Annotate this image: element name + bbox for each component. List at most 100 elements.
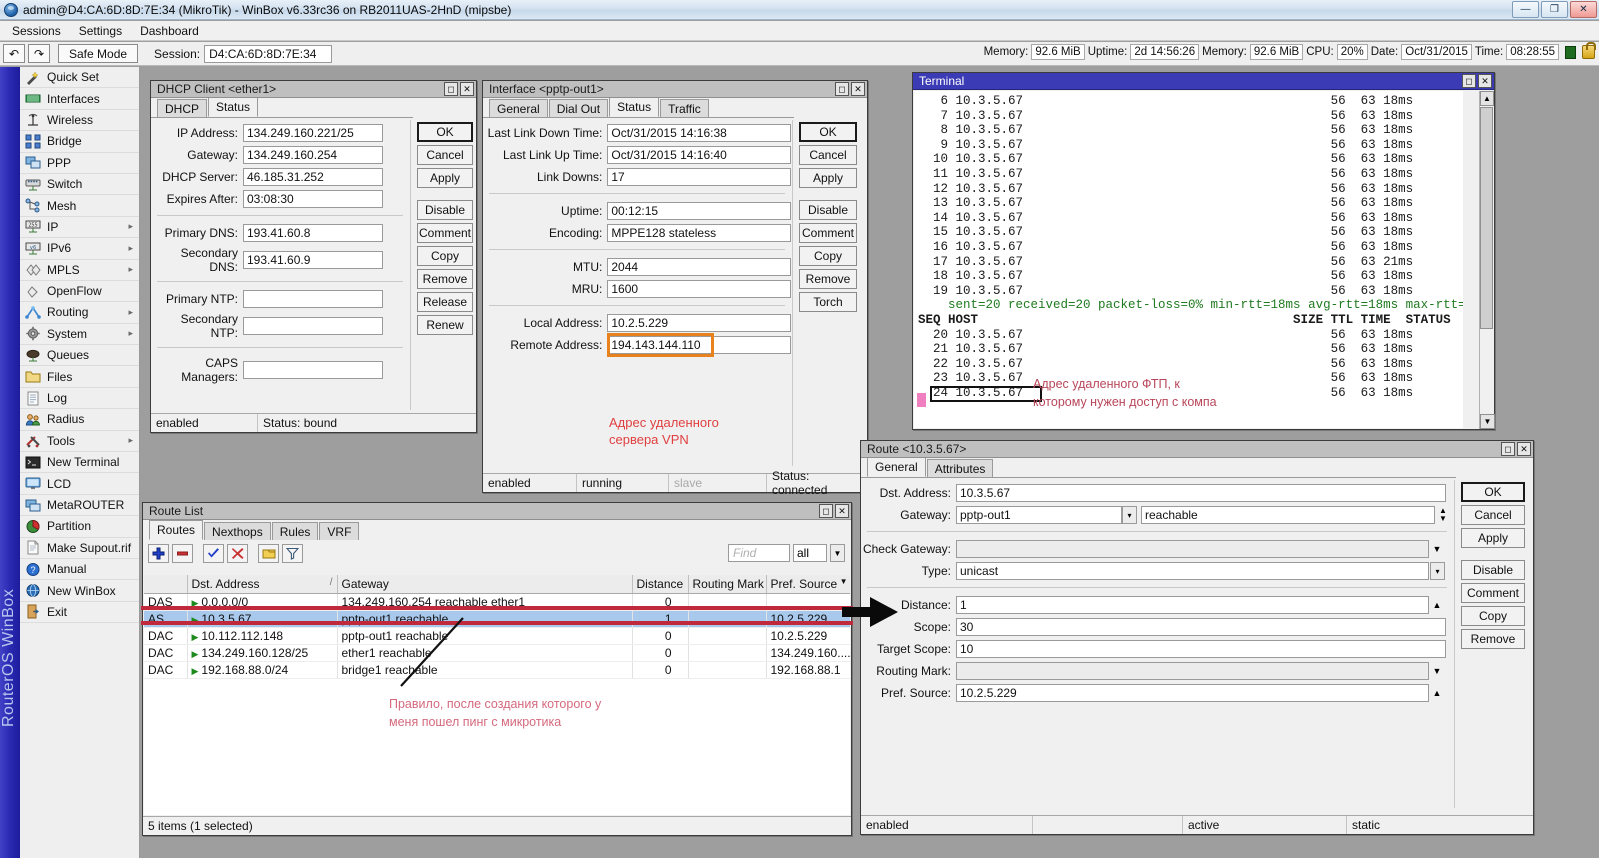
session-input[interactable]: D4:CA:6D:8D:7E:34 bbox=[204, 44, 333, 63]
table-row[interactable]: DAC ▶ 10.112.112.148 pptp-out1 reachable 0 10… bbox=[144, 627, 850, 645]
route-dialog-maximize-button[interactable]: ◻ bbox=[1501, 442, 1515, 456]
iface-input-last-down[interactable]: Oct/31/2015 14:16:38 bbox=[607, 124, 791, 142]
distance-spinner-up-icon[interactable]: ▲ bbox=[1429, 600, 1445, 610]
sidebar-item-tools[interactable]: Tools ▸ bbox=[20, 430, 139, 453]
route-apply-button[interactable]: Apply bbox=[1461, 528, 1525, 548]
dhcp-ok-button[interactable]: OK bbox=[417, 122, 473, 142]
iface-disable-button[interactable]: Disable bbox=[799, 200, 857, 220]
tab-general[interactable]: General bbox=[489, 99, 548, 117]
route-cancel-button[interactable]: Cancel bbox=[1461, 505, 1525, 525]
menu-settings[interactable]: Settings bbox=[71, 22, 130, 40]
redo-arrow-icon[interactable]: ↷ bbox=[28, 44, 50, 63]
terminal-close-button[interactable]: ✕ bbox=[1478, 74, 1492, 88]
gateway-dropdown-icon[interactable]: ▾ bbox=[1122, 506, 1137, 524]
sidebar-item-openflow[interactable]: OpenFlow bbox=[20, 280, 139, 303]
route-input-scope[interactable]: 30 bbox=[956, 618, 1446, 636]
route-list-maximize-button[interactable]: ◻ bbox=[819, 504, 833, 518]
route-remove-button[interactable]: Remove bbox=[1461, 629, 1525, 649]
route-input-routing-mark[interactable] bbox=[956, 662, 1429, 680]
dhcp-maximize-button[interactable]: ◻ bbox=[444, 82, 458, 96]
sidebar-item-mesh[interactable]: Mesh bbox=[20, 195, 139, 217]
dhcp-close-button[interactable]: ✕ bbox=[460, 82, 474, 96]
tab-status[interactable]: Status bbox=[609, 97, 660, 117]
tab-vrf[interactable]: VRF bbox=[319, 522, 360, 540]
sidebar-item-ppp[interactable]: PPP bbox=[20, 152, 139, 174]
col-gateway[interactable]: Gateway bbox=[337, 575, 633, 594]
add-icon[interactable] bbox=[148, 544, 169, 563]
sidebar-item-new-terminal[interactable]: New Terminal bbox=[20, 452, 139, 474]
route-dialog-close-button[interactable]: ✕ bbox=[1517, 442, 1531, 456]
route-input-distance[interactable]: 1 bbox=[956, 596, 1429, 614]
iface-ok-button[interactable]: OK bbox=[799, 122, 857, 142]
route-input-pref-source[interactable]: 10.2.5.229 bbox=[956, 684, 1429, 702]
tab-routes[interactable]: Routes bbox=[149, 520, 204, 540]
route-input-type[interactable]: unicast bbox=[956, 562, 1429, 580]
tab-general[interactable]: General bbox=[867, 457, 926, 477]
dhcp-input-ip-address[interactable]: 134.249.160.221/25 bbox=[243, 124, 383, 142]
dhcp-input-secondary-dns[interactable]: 193.41.60.9 bbox=[243, 251, 383, 269]
padlock-icon[interactable] bbox=[1582, 42, 1596, 59]
sidebar-item-quick-set[interactable]: Quick Set bbox=[20, 67, 139, 89]
sidebar-item-radius[interactable]: Radius bbox=[20, 409, 139, 431]
route-disable-button[interactable]: Disable bbox=[1461, 560, 1525, 580]
terminal-scrollbar[interactable]: ▲ ▼ bbox=[1479, 91, 1495, 429]
dhcp-apply-button[interactable]: Apply bbox=[417, 168, 473, 188]
route-comment-button[interactable]: Comment bbox=[1461, 583, 1525, 603]
dhcp-input-expires[interactable]: 03:08:30 bbox=[243, 190, 383, 208]
route-input-gateway[interactable]: pptp-out1 bbox=[956, 506, 1122, 524]
disable-x-icon[interactable] bbox=[227, 544, 248, 563]
iface-input-remote-address[interactable]: 194.143.144.110 bbox=[607, 336, 791, 354]
route-copy-button[interactable]: Copy bbox=[1461, 606, 1525, 626]
tab-status[interactable]: Status bbox=[208, 97, 259, 117]
iface-remove-button[interactable]: Remove bbox=[799, 269, 857, 289]
route-input-gateway-state[interactable]: reachable bbox=[1141, 506, 1435, 524]
sidebar-item-make-supout-rif[interactable]: Make Supout.rif bbox=[20, 537, 139, 559]
minimize-button[interactable]: — bbox=[1512, 1, 1539, 18]
sidebar-item-metarouter[interactable]: MetaROUTER bbox=[20, 494, 139, 517]
filter-icon[interactable] bbox=[282, 544, 303, 563]
comment-icon[interactable] bbox=[258, 544, 279, 563]
type-dropdown-icon[interactable]: ▾ bbox=[1430, 562, 1445, 580]
dhcp-input-secondary-ntp[interactable] bbox=[243, 317, 383, 335]
remove-icon[interactable] bbox=[172, 544, 193, 563]
iface-input-mru[interactable]: 1600 bbox=[607, 280, 791, 298]
iface-input-link-downs[interactable]: 17 bbox=[607, 168, 791, 186]
route-input-check-gateway[interactable] bbox=[956, 540, 1429, 558]
iface-input-mtu[interactable]: 2044 bbox=[607, 258, 791, 276]
sidebar-item-bridge[interactable]: Bridge bbox=[20, 131, 139, 153]
dhcp-input-caps-managers[interactable] bbox=[243, 361, 383, 379]
col-pref-source[interactable]: Pref. Source ▼ bbox=[766, 575, 850, 594]
chevron-down-icon[interactable]: ▼ bbox=[830, 544, 845, 562]
dhcp-cancel-button[interactable]: Cancel bbox=[417, 145, 473, 165]
col-routing-mark[interactable]: Routing Mark bbox=[688, 575, 767, 594]
menu-dashboard[interactable]: Dashboard bbox=[132, 22, 207, 40]
table-row[interactable]: DAC ▶ 192.168.88.0/24 bridge1 reachable 0 192… bbox=[144, 661, 850, 679]
gateway-spinner-icon[interactable]: ▲ ▼ bbox=[1436, 507, 1450, 523]
sidebar-item-ipv6[interactable]: v6 IPv6 ▸ bbox=[20, 238, 139, 260]
tab-traffic[interactable]: Traffic bbox=[660, 99, 709, 117]
column-menu-icon[interactable]: ▼ bbox=[840, 577, 848, 586]
sidebar-item-ip[interactable]: 255 IP ▸ bbox=[20, 216, 139, 239]
sidebar-item-files[interactable]: Files bbox=[20, 366, 139, 388]
table-row[interactable]: DAC ▶ 134.249.160.128/25 ether1 reachable 0 1… bbox=[144, 644, 850, 662]
iface-input-last-up[interactable]: Oct/31/2015 14:16:40 bbox=[607, 146, 791, 164]
sidebar-item-queues[interactable]: Queues bbox=[20, 345, 139, 367]
interface-maximize-button[interactable]: ◻ bbox=[835, 82, 849, 96]
dhcp-renew-button[interactable]: Renew bbox=[417, 315, 473, 335]
dhcp-input-server[interactable]: 46.185.31.252 bbox=[243, 168, 383, 186]
sidebar-item-interfaces[interactable]: Interfaces bbox=[20, 88, 139, 110]
sidebar-item-routing[interactable]: Routing ▸ bbox=[20, 302, 139, 324]
iface-comment-button[interactable]: Comment bbox=[799, 223, 857, 243]
pref-source-spinner-up-icon[interactable]: ▲ bbox=[1429, 688, 1445, 698]
terminal-scroll-thumb[interactable] bbox=[1480, 107, 1493, 329]
dhcp-disable-button[interactable]: Disable bbox=[417, 200, 473, 220]
route-list-close-button[interactable]: ✕ bbox=[835, 504, 849, 518]
enable-check-icon[interactable] bbox=[203, 544, 224, 563]
route-input-dst-address[interactable]: 10.3.5.67 bbox=[956, 484, 1446, 502]
check-gateway-dropdown-icon[interactable]: ▼ bbox=[1429, 544, 1445, 554]
sidebar-item-new-winbox[interactable]: New WinBox bbox=[20, 580, 139, 602]
dhcp-input-primary-dns[interactable]: 193.41.60.8 bbox=[243, 224, 383, 242]
col-flags[interactable] bbox=[144, 575, 188, 594]
iface-cancel-button[interactable]: Cancel bbox=[799, 145, 857, 165]
col-dst-address[interactable]: Dst. Address / bbox=[187, 575, 338, 594]
